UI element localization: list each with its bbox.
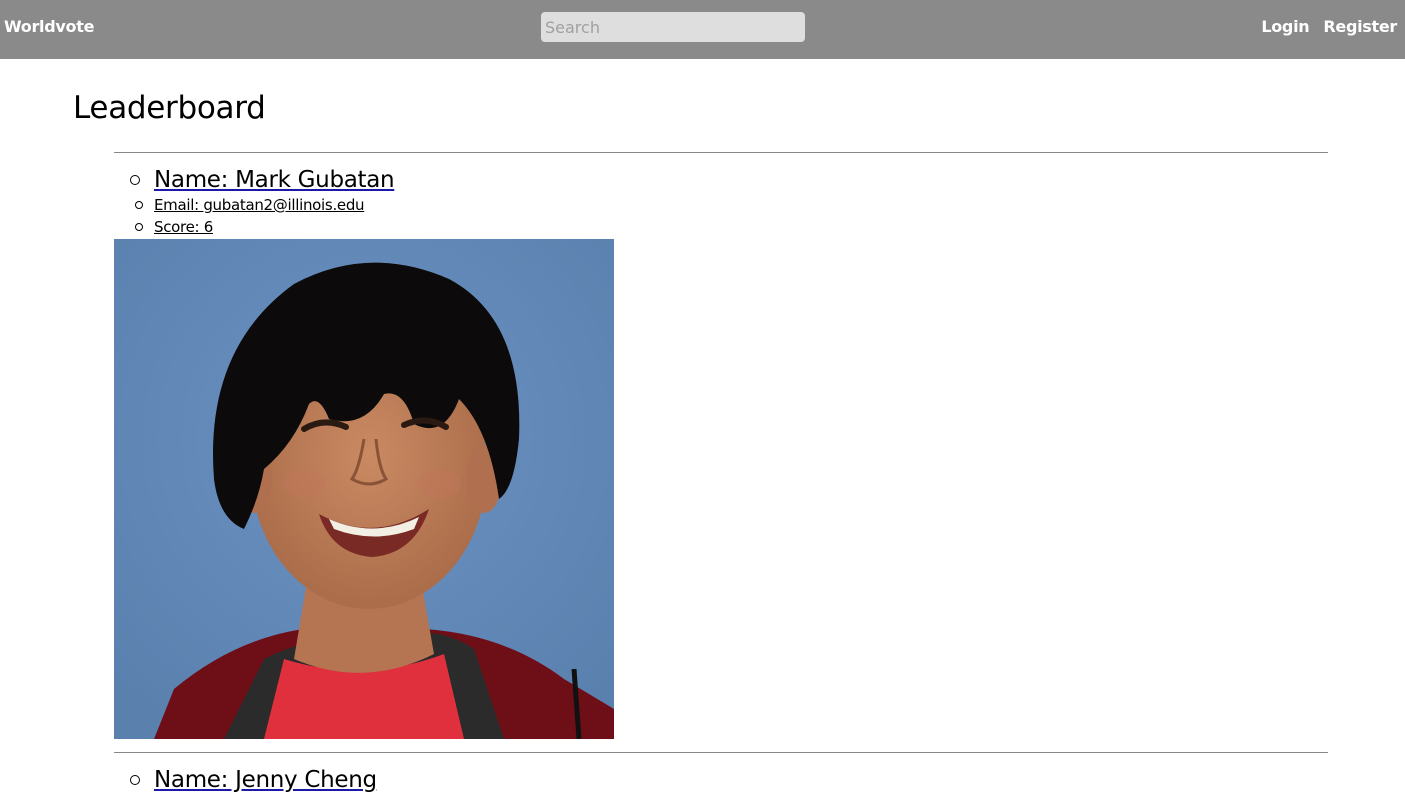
bullet-icon	[135, 223, 143, 231]
profile-photo	[114, 239, 614, 739]
person-portrait-icon	[114, 239, 614, 739]
entry-name-row: Name: Mark Gubatan	[114, 166, 395, 194]
entry-email-link[interactable]: Email: gubatan2@illinois.edu	[154, 196, 365, 214]
entry-score-row: Score: 6	[114, 216, 394, 238]
login-link[interactable]: Login	[1261, 17, 1309, 36]
top-navbar: Worldvote Login Register	[0, 0, 1405, 59]
bullet-icon	[130, 175, 140, 185]
entry-name-link[interactable]: Name: Mark Gubatan	[154, 167, 395, 193]
entry-divider	[114, 752, 1328, 753]
entry-score-link[interactable]: Score: 6	[154, 218, 213, 236]
entry-name-row: Name: Jenny Cheng	[114, 766, 377, 794]
entry-divider	[114, 152, 1328, 153]
bullet-icon	[135, 201, 143, 209]
entry-email-row: Email: gubatan2@illinois.edu	[114, 194, 394, 216]
brand-link[interactable]: Worldvote	[4, 17, 94, 36]
leaderboard-entry: Name: Jenny Cheng	[114, 766, 377, 794]
nav-auth-links: Login Register	[1261, 17, 1397, 36]
register-link[interactable]: Register	[1323, 17, 1397, 36]
search-input[interactable]	[541, 12, 805, 42]
entry-name-link[interactable]: Name: Jenny Cheng	[154, 767, 377, 793]
page-title: Leaderboard	[73, 90, 266, 126]
bullet-icon	[130, 775, 140, 785]
leaderboard-entry: Name: Mark Gubatan Email: gubatan2@illin…	[114, 166, 395, 238]
